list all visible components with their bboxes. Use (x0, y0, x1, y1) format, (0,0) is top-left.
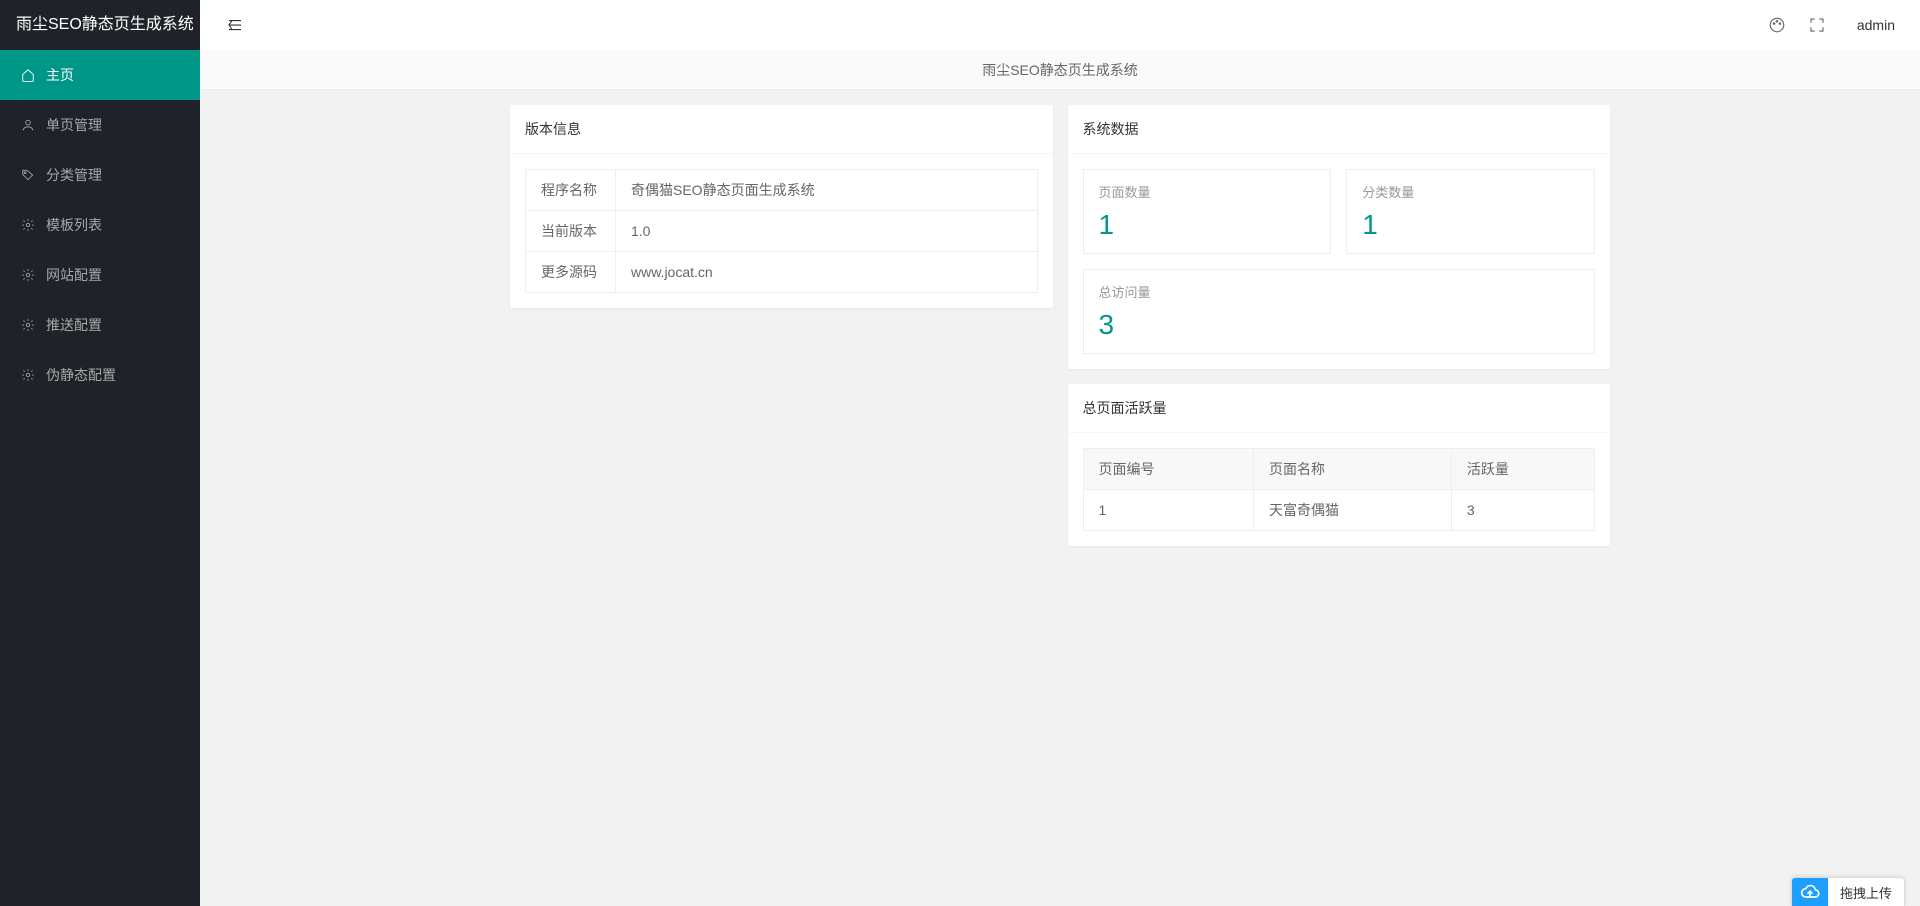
system-stats-card: 系统数据 页面数量 1 分类数量 1 (1068, 105, 1611, 369)
user-menu[interactable]: admin (1847, 17, 1905, 33)
stat-value: 1 (1362, 209, 1579, 241)
column-header: 页面名称 (1254, 449, 1452, 490)
upload-label: 拖拽上传 (1828, 883, 1904, 902)
sidebar-item-home[interactable]: 主页 (0, 50, 200, 100)
cell-page-name: 天富奇偶猫 (1254, 490, 1452, 531)
page-activity-card: 总页面活跃量 页面编号 页面名称 活跃量 (1068, 384, 1611, 546)
table-row: 1 天富奇偶猫 3 (1083, 490, 1595, 531)
sidebar-item-site-config[interactable]: 网站配置 (0, 250, 200, 300)
drag-upload-widget[interactable]: 拖拽上传 (1791, 877, 1905, 906)
info-value: 奇偶猫SEO静态页面生成系统 (616, 170, 1038, 211)
sidebar-item-template-list[interactable]: 模板列表 (0, 200, 200, 250)
settings-icon (20, 217, 36, 233)
info-label: 程序名称 (526, 170, 616, 211)
column-header: 页面编号 (1083, 449, 1254, 490)
sidebar-item-label: 分类管理 (46, 165, 102, 185)
info-label: 当前版本 (526, 211, 616, 252)
card-title: 总页面活跃量 (1068, 384, 1611, 433)
sidebar-item-label: 伪静态配置 (46, 365, 116, 385)
stat-value: 3 (1099, 309, 1580, 341)
stat-page-count: 页面数量 1 (1083, 169, 1332, 254)
tab-title[interactable]: 雨尘SEO静态页生成系统 (982, 60, 1138, 80)
table-row: 程序名称 奇偶猫SEO静态页面生成系统 (526, 170, 1038, 211)
sidebar-item-label: 主页 (46, 65, 74, 85)
menu-toggle-button[interactable] (215, 5, 255, 45)
sidebar-item-label: 单页管理 (46, 115, 102, 135)
table-row: 更多源码 www.jocat.cn (526, 252, 1038, 293)
menu-collapse-icon (226, 16, 244, 34)
top-header: admin (200, 0, 1920, 50)
info-value: 1.0 (616, 211, 1038, 252)
stat-total-visits: 总访问量 3 (1083, 269, 1596, 354)
stat-label: 页面数量 (1099, 182, 1316, 201)
activity-table: 页面编号 页面名称 活跃量 1 天富奇偶猫 3 (1083, 448, 1596, 531)
info-label: 更多源码 (526, 252, 616, 293)
palette-icon (1768, 16, 1786, 34)
stat-label: 分类数量 (1362, 182, 1579, 201)
cell-activity: 3 (1451, 490, 1594, 531)
home-icon (20, 67, 36, 83)
sidebar-item-pseudo-static-config[interactable]: 伪静态配置 (0, 350, 200, 400)
fullscreen-button[interactable] (1807, 15, 1827, 35)
info-value[interactable]: www.jocat.cn (616, 252, 1038, 293)
theme-button[interactable] (1767, 15, 1787, 35)
content-area: 版本信息 程序名称 奇偶猫SEO静态页面生成系统 当前版本 1.0 (200, 90, 1920, 906)
stat-category-count: 分类数量 1 (1346, 169, 1595, 254)
column-header: 活跃量 (1451, 449, 1594, 490)
sidebar-item-label: 推送配置 (46, 315, 102, 335)
settings-icon (20, 267, 36, 283)
fullscreen-icon (1808, 16, 1826, 34)
settings-icon (20, 367, 36, 383)
sidebar-item-label: 模板列表 (46, 215, 102, 235)
sidebar: 雨尘SEO静态页生成系统 主页 单页管理 分类管理 模板列表 网站配置 (0, 0, 200, 906)
card-title: 系统数据 (1068, 105, 1611, 154)
stat-label: 总访问量 (1099, 282, 1580, 301)
version-info-card: 版本信息 程序名称 奇偶猫SEO静态页面生成系统 当前版本 1.0 (510, 105, 1053, 308)
sidebar-item-category-management[interactable]: 分类管理 (0, 150, 200, 200)
sidebar-item-label: 网站配置 (46, 265, 102, 285)
sidebar-item-page-management[interactable]: 单页管理 (0, 100, 200, 150)
cloud-upload-icon (1792, 878, 1828, 906)
version-info-table: 程序名称 奇偶猫SEO静态页面生成系统 当前版本 1.0 更多源码 www.jo… (525, 169, 1038, 293)
app-logo: 雨尘SEO静态页生成系统 (0, 0, 200, 50)
sidebar-item-push-config[interactable]: 推送配置 (0, 300, 200, 350)
tab-bar: 雨尘SEO静态页生成系统 (200, 50, 1920, 90)
stat-value: 1 (1099, 209, 1316, 241)
table-row: 当前版本 1.0 (526, 211, 1038, 252)
settings-icon (20, 317, 36, 333)
sidebar-nav: 主页 单页管理 分类管理 模板列表 网站配置 推送配置 (0, 50, 200, 400)
main-area: admin 雨尘SEO静态页生成系统 版本信息 程序名称 奇偶猫SEO静态页面生… (200, 0, 1920, 906)
tag-icon (20, 167, 36, 183)
cell-page-id: 1 (1083, 490, 1254, 531)
card-title: 版本信息 (510, 105, 1053, 154)
user-icon (20, 117, 36, 133)
